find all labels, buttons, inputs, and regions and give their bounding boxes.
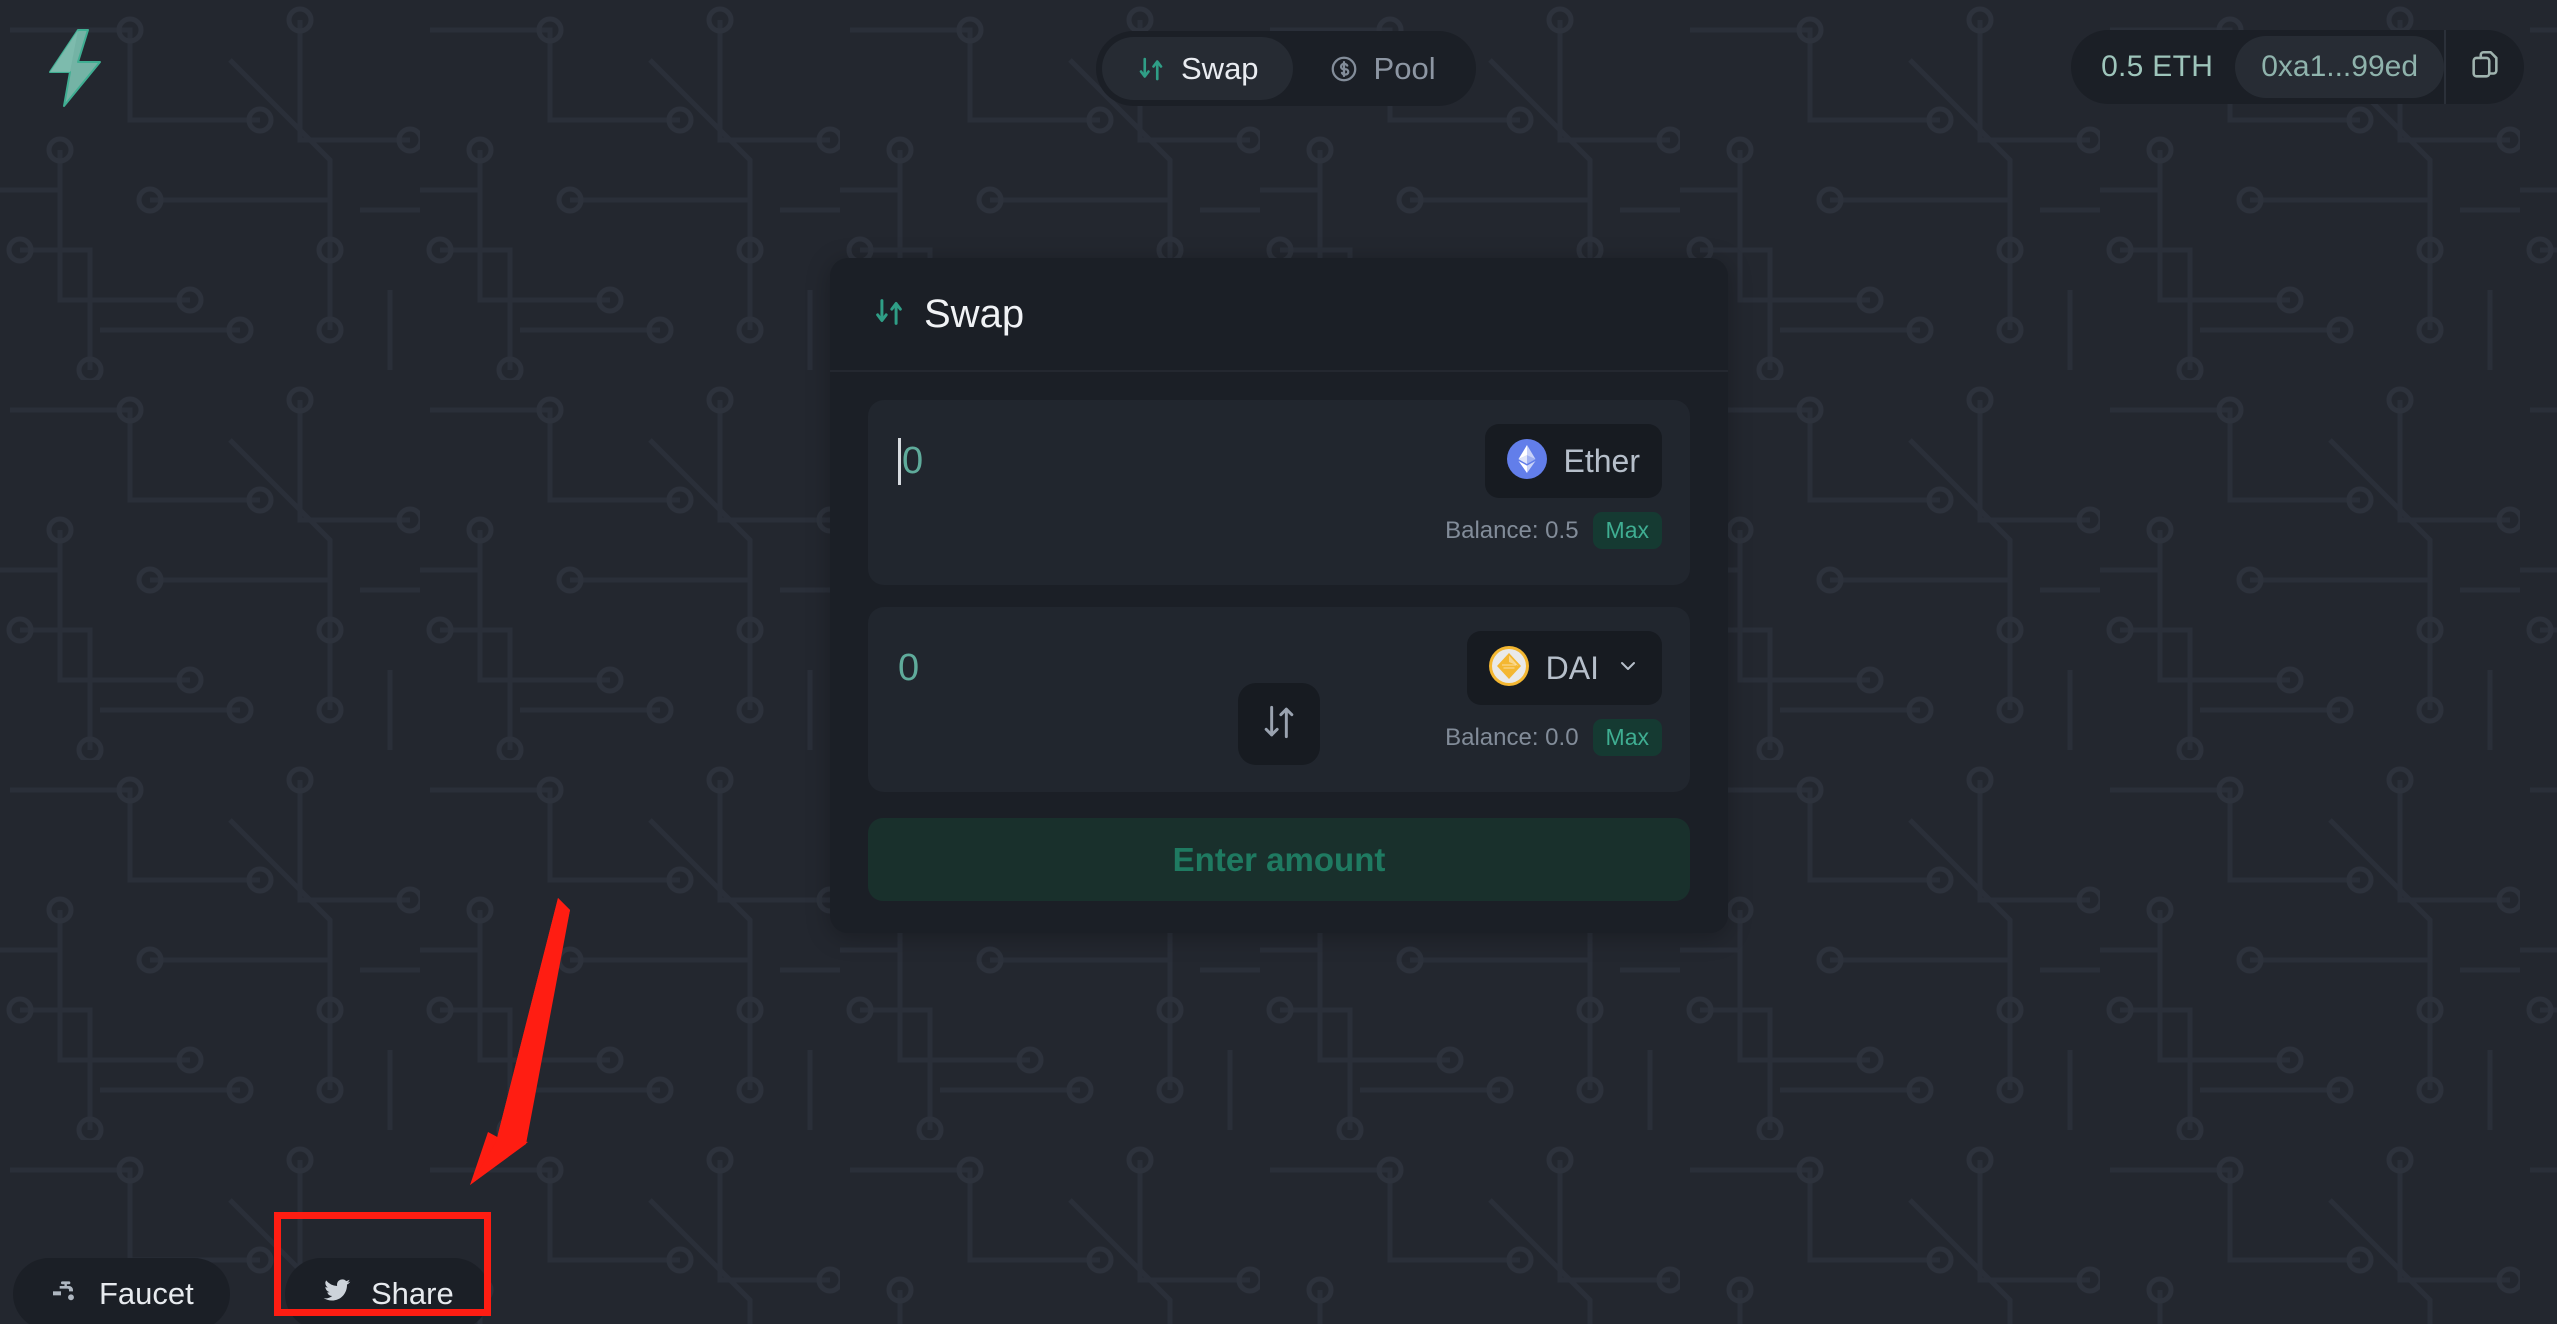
copy-address-button[interactable] <box>2444 30 2524 104</box>
swap-submit-button[interactable]: Enter amount <box>868 818 1690 901</box>
copy-icon <box>2468 48 2502 87</box>
swap-card-body: 0 Ether Balance: 0.5 Max 0 DAI Balance: … <box>830 372 1728 792</box>
dai-icon <box>1488 645 1529 691</box>
to-token-name: DAI <box>1545 649 1599 686</box>
from-token-panel: 0 Ether Balance: 0.5 Max <box>868 400 1690 585</box>
wallet-balance: 0.5 ETH <box>2101 50 2214 83</box>
app-logo[interactable] <box>30 22 120 112</box>
to-balance-label: Balance: 0.0 <box>1445 723 1579 751</box>
swap-card-header: Swap <box>830 258 1728 372</box>
annotation-pointer-arrow <box>470 898 570 1185</box>
swap-arrows-icon <box>872 295 906 334</box>
from-amount-input[interactable]: 0 <box>898 437 924 485</box>
from-token-select[interactable]: Ether <box>1484 424 1662 498</box>
down-up-arrows-icon <box>1257 700 1301 749</box>
share-button[interactable]: Share <box>285 1258 490 1324</box>
swap-direction-toggle[interactable] <box>1238 683 1320 765</box>
tab-pool[interactable]: Pool <box>1295 37 1470 100</box>
faucet-label: Faucet <box>99 1276 194 1311</box>
to-amount-input[interactable]: 0 <box>898 647 919 690</box>
to-max-button[interactable]: Max <box>1592 719 1662 756</box>
swap-card: Swap 0 Ether Balance: 0.5 Max 0 DAI Bala… <box>830 258 1728 933</box>
share-label: Share <box>371 1276 454 1311</box>
chevron-down-icon <box>1616 654 1640 683</box>
text-caret <box>898 437 901 485</box>
main-tabs: Swap Pool <box>1096 31 1476 106</box>
tab-swap-label: Swap <box>1181 50 1259 86</box>
faucet-tap-icon <box>49 1274 81 1314</box>
swap-card-title: Swap <box>924 291 1025 336</box>
twitter-bird-icon <box>321 1274 353 1314</box>
dollar-circle-icon <box>1329 54 1359 84</box>
tab-pool-label: Pool <box>1373 50 1436 86</box>
wallet-address[interactable]: 0xa1...99ed <box>2235 36 2444 98</box>
faucet-button[interactable]: Faucet <box>13 1258 230 1324</box>
top-bar: Swap Pool 0.5 ETH 0xa1...99ed <box>0 0 2557 120</box>
tab-swap[interactable]: Swap <box>1102 37 1293 100</box>
to-token-select[interactable]: DAI <box>1466 631 1662 705</box>
from-token-name: Ether <box>1563 442 1640 479</box>
to-amount-placeholder: 0 <box>898 646 920 689</box>
from-amount-placeholder: 0 <box>902 439 924 482</box>
from-balance-label: Balance: 0.5 <box>1445 516 1579 544</box>
swap-arrows-icon <box>1136 54 1166 84</box>
from-max-button[interactable]: Max <box>1592 512 1662 549</box>
wallet-widget: 0.5 ETH 0xa1...99ed <box>2071 30 2524 104</box>
lightning-bolt-icon <box>49 29 101 107</box>
ethereum-icon <box>1506 438 1547 484</box>
